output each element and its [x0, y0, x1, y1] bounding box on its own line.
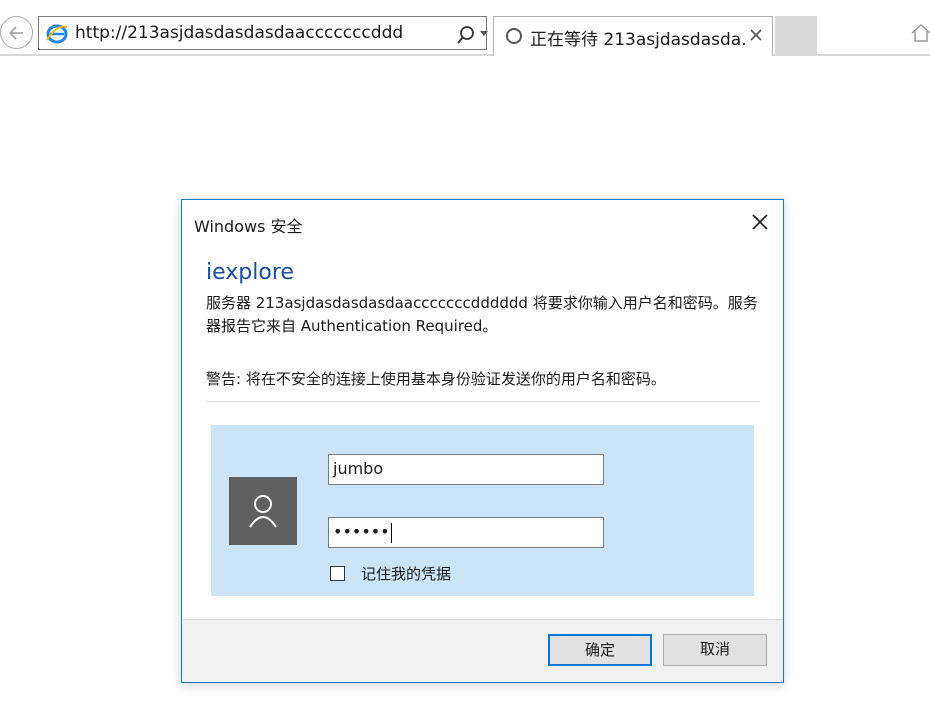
dialog-title: Windows 安全	[194, 217, 303, 236]
browser-toolbar: http://213asjdasdasdasdaacccccccddd... 正…	[0, 0, 930, 56]
loading-icon	[506, 28, 522, 44]
text-caret	[390, 522, 392, 543]
password-value: ••••••	[333, 522, 390, 541]
dialog-message: 服务器 213asjdasdasdasdaacccccccdddddd 将要求你…	[206, 294, 758, 335]
browser-tab[interactable]: 正在等待 213asjdasdasda...	[493, 16, 773, 56]
dropdown-icon[interactable]	[479, 30, 489, 38]
avatar	[229, 477, 297, 545]
address-bar[interactable]: http://213asjdasdasdasdaacccccccddd...	[38, 16, 514, 50]
close-icon[interactable]	[747, 26, 765, 44]
ok-button[interactable]: 确定	[548, 634, 652, 666]
dialog-footer: 确定 取消	[182, 619, 783, 682]
credential-panel: jumbo •••••• 记住我的凭据	[211, 425, 754, 596]
dialog-heading: iexplore	[206, 260, 294, 285]
new-tab-button[interactable]	[775, 16, 817, 54]
home-icon[interactable]	[910, 22, 930, 44]
back-arrow-icon	[9, 26, 23, 40]
cancel-button[interactable]: 取消	[663, 634, 767, 666]
username-field[interactable]: jumbo	[328, 454, 604, 485]
tab-title: 正在等待 213asjdasdasda...	[530, 30, 745, 50]
password-field[interactable]: ••••••	[328, 517, 604, 548]
search-icon[interactable]	[455, 24, 477, 46]
credential-dialog: Windows 安全 iexplore 服务器 213asjdasdasdasd…	[181, 199, 784, 683]
close-icon[interactable]	[750, 212, 770, 232]
address-url[interactable]: http://213asjdasdasdasdaacccccccddd...	[75, 23, 405, 43]
back-button[interactable]	[0, 16, 33, 49]
dialog-warning: 警告: 将在不安全的连接上使用基本身份验证发送你的用户名和密码。	[206, 370, 666, 388]
ie-logo-icon	[46, 24, 68, 44]
user-icon	[249, 495, 277, 528]
remember-checkbox[interactable]	[330, 566, 345, 581]
divider	[206, 401, 760, 402]
remember-label[interactable]: 记住我的凭据	[361, 563, 451, 584]
